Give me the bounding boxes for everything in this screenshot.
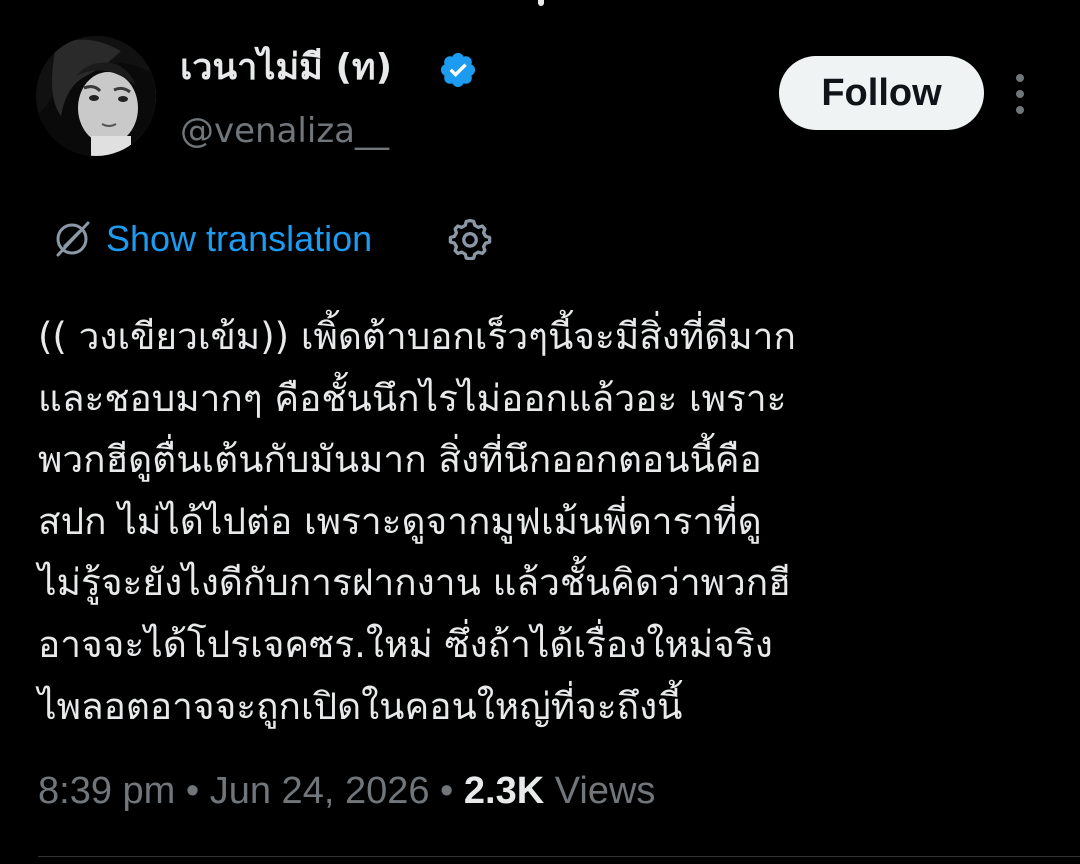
tweet-text-line: ไม่รู้จะยังไงดีกับการฝากงาน แล้วชั้นคิดว… bbox=[38, 561, 791, 605]
gear-icon[interactable] bbox=[448, 216, 492, 260]
cropped-glyph-fragment bbox=[538, 0, 544, 6]
tweet-text-line: สปก ไม่ได้ไปต่อ เพราะดูจากมูฟเม้นพี่ดารา… bbox=[38, 499, 762, 543]
tweet-text-line: พวกฮีดูตื่นเต้นกับมันมาก สิ่งที่นึกออกตอ… bbox=[38, 438, 762, 482]
tweet-text-line: อาจจะได้โปรเจคซร.ใหม่ ซึ่งถ้าได้เรื่องให… bbox=[38, 622, 773, 666]
tweet-time[interactable]: 8:39 pm bbox=[38, 770, 175, 812]
tweet-date[interactable]: Jun 24, 2026 bbox=[210, 770, 430, 812]
tweet-meta: 8:39 pm • Jun 24, 2026 • 2.3K Views bbox=[38, 764, 655, 818]
more-vertical-icon[interactable] bbox=[1006, 70, 1034, 118]
tweet-body: (( วงเขียวเข้ม)) เพิ้ดต้าบอกเร็วๆนี้จะมี… bbox=[38, 306, 1048, 737]
divider bbox=[38, 856, 1080, 857]
avatar-image bbox=[36, 36, 156, 156]
verified-badge-icon bbox=[440, 52, 476, 88]
show-translation-link[interactable]: Show translation bbox=[106, 218, 372, 260]
tweet-text-line: และชอบมากๆ คือชั้นนึกไรไม่ออกแล้วอะ เพรา… bbox=[38, 376, 787, 420]
avatar[interactable] bbox=[36, 36, 156, 156]
user-handle[interactable]: @venaliza__ bbox=[180, 108, 389, 154]
follow-button[interactable]: Follow bbox=[779, 56, 984, 130]
tweet-text-line: ไพลอตอาจจะถูกเปิดในคอนใหญ่ที่จะถึงนี้ bbox=[38, 684, 683, 728]
meta-separator: • bbox=[429, 770, 464, 812]
globe-off-icon bbox=[56, 221, 90, 257]
views-label: Views bbox=[554, 770, 656, 812]
display-name[interactable]: เวนาไม่มี (ท) bbox=[180, 42, 392, 94]
tweet-text-line: (( วงเขียวเข้ม)) เพิ้ดต้าบอกเร็วๆนี้จะมี… bbox=[38, 315, 796, 358]
tweet-view: เวนาไม่มี (ท) @venaliza__ Follow Show tr… bbox=[0, 0, 1080, 864]
views-count: 2.3K bbox=[463, 770, 545, 812]
translation-row: Show translation bbox=[50, 212, 372, 266]
meta-separator: • bbox=[175, 770, 210, 812]
